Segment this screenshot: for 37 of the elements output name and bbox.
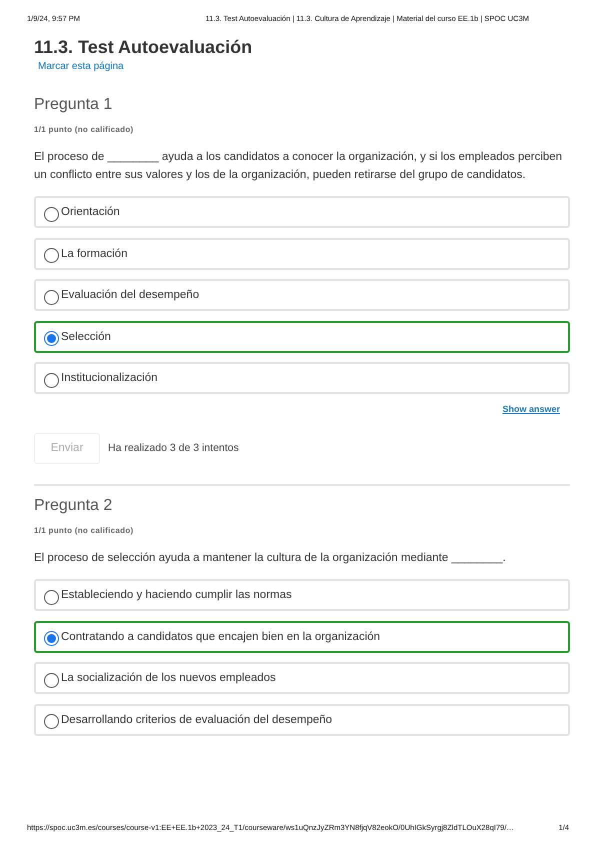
question-text: El proceso de ________ ayuda a los candidatos a conocer la organización, y si los empleados perciben un conflicto entre sus valores y los de la organización, pueden retirarse del grupo de candidatos. <box>34 150 564 182</box>
answer-option[interactable]: Orientación <box>34 196 570 228</box>
radio-button[interactable] <box>44 590 59 604</box>
radio-button[interactable] <box>44 331 59 346</box>
points-label: 1/1 punto (no calificado) <box>34 125 134 134</box>
option-label: Selección <box>61 330 111 342</box>
answer-option[interactable]: Contratando a candidatos que encajen bien en la organización <box>34 620 570 652</box>
question-text: El proceso de selección ayuda a mantener la cultura de la organización mediante ________. <box>34 550 507 566</box>
radio-button[interactable] <box>44 631 59 646</box>
answer-option[interactable]: Selección <box>34 320 570 352</box>
show-answer-link[interactable]: Show answer <box>502 404 560 414</box>
bookmark-link[interactable]: Marcar esta página <box>38 61 124 72</box>
radio-button[interactable] <box>44 714 59 729</box>
option-label: La socialización de los nuevos empleados <box>61 672 276 684</box>
question-heading: Pregunta 2 <box>34 496 114 516</box>
answer-option[interactable]: Desarrollando criterios de evaluación del desempeño <box>34 704 570 736</box>
radio-button[interactable] <box>44 672 59 688</box>
question-heading: Pregunta 1 <box>34 95 114 115</box>
answer-option[interactable]: La socialización de los nuevos empleados <box>34 662 570 694</box>
option-label: Estableciendo y haciendo cumplir las normas <box>61 589 292 601</box>
page-title: 11.3. Test Autoevaluación <box>34 36 254 58</box>
points-label: 1/1 punto (no calificado) <box>34 526 134 534</box>
attempts-text: Ha realizado 3 de 3 intentos <box>108 442 239 454</box>
answer-option[interactable]: Estableciendo y haciendo cumplir las normas <box>34 579 570 611</box>
option-label: Institucionalización <box>61 372 158 384</box>
option-label: La formación <box>61 248 128 260</box>
answer-option[interactable]: La formación <box>34 238 570 270</box>
radio-button[interactable] <box>44 206 59 222</box>
answer-option[interactable]: Evaluación del desempeño <box>34 279 570 311</box>
radio-button[interactable] <box>44 290 59 304</box>
option-label: Desarrollando criterios de evaluación del desempeño <box>61 714 332 726</box>
radio-button[interactable] <box>44 372 59 388</box>
radio-button[interactable] <box>44 248 59 263</box>
option-label: Evaluación del desempeño <box>61 289 200 301</box>
option-label: Orientación <box>61 206 120 218</box>
answer-option[interactable]: Institucionalización <box>34 362 570 394</box>
option-label: Contratando a candidatos que encajen bien en la organización <box>61 630 380 642</box>
